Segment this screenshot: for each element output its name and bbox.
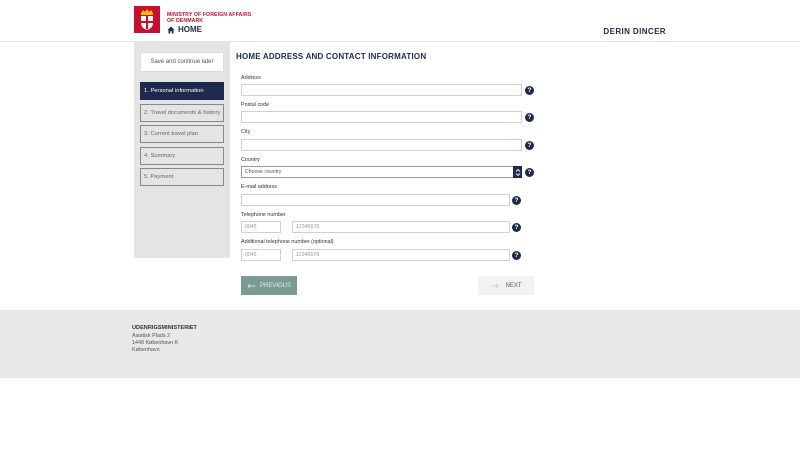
city-help-icon[interactable]: ? [525, 141, 534, 150]
additional-telephone-help-icon[interactable]: ? [512, 251, 521, 260]
step-current-travel-plan[interactable]: 3. Current travel plan [140, 125, 224, 143]
city-input[interactable] [241, 139, 522, 151]
city-label: City [241, 129, 251, 135]
ministry-name: MINISTRY OF FOREIGN AFFAIRS OF DENMARK [167, 12, 257, 24]
postal-code-input[interactable] [241, 111, 522, 123]
arrow-right-icon [490, 283, 500, 288]
form-title: HOME ADDRESS AND CONTACT INFORMATION [236, 52, 427, 61]
home-icon [167, 26, 175, 33]
step-travel-documents[interactable]: 2. Travel documents & history [140, 103, 224, 122]
email-label: E-mail address [241, 184, 277, 190]
step-list: 1. Personal information 2. Travel docume… [140, 82, 224, 190]
footer-organization: UDENRIGSMINISTERIET [132, 325, 197, 331]
royal-crest-logo[interactable] [134, 6, 160, 33]
user-name[interactable]: DERIN DINCER [603, 27, 666, 36]
telephone-label: Telephone number [241, 212, 286, 218]
step-payment[interactable]: 5. Payment [140, 168, 224, 186]
home-link[interactable]: HOME [167, 25, 202, 34]
select-arrows-icon [513, 166, 522, 178]
address-label: Address [241, 75, 261, 81]
telephone-help-icon[interactable]: ? [512, 223, 521, 232]
country-select[interactable]: Choose country [241, 166, 522, 178]
telephone-prefix-input[interactable]: 0045 [241, 221, 281, 233]
country-label: Country [241, 157, 260, 163]
step-personal-information[interactable]: 1. Personal information [140, 82, 224, 100]
step-summary[interactable]: 4. Summary [140, 146, 224, 165]
additional-telephone-prefix-input[interactable]: 0045 [241, 249, 281, 261]
footer-street: Asiatisk Plads 2 [132, 333, 171, 339]
ministry-line-2: OF DENMARK [167, 18, 204, 24]
arrow-left-icon [247, 283, 256, 288]
postal-code-label: Postal code [241, 102, 270, 108]
previous-label: PREVIOUS [259, 282, 291, 289]
telephone-number-input[interactable]: 12345678 [292, 221, 510, 233]
save-and-continue-later-button[interactable]: Save and continue later [140, 52, 224, 72]
next-label: NEXT [505, 282, 522, 289]
address-input[interactable] [241, 84, 522, 96]
country-help-icon[interactable]: ? [525, 168, 534, 177]
footer-postal: 1448 København K [132, 340, 179, 346]
country-selected-value: Choose country [245, 169, 282, 175]
next-button[interactable]: NEXT [478, 276, 534, 295]
email-input[interactable] [241, 194, 510, 206]
postal-code-help-icon[interactable]: ? [525, 113, 534, 122]
email-help-icon[interactable]: ? [512, 196, 521, 205]
footer-city: København [132, 347, 160, 353]
sidebar: Save and continue later 1. Personal info… [134, 42, 230, 258]
additional-telephone-label: Additional telephone number (optional) [241, 239, 334, 245]
additional-telephone-number-input[interactable]: 12345678 [292, 249, 510, 261]
page-header: MINISTRY OF FOREIGN AFFAIRS OF DENMARK H… [0, 0, 800, 42]
home-label: HOME [178, 25, 202, 34]
address-help-icon[interactable]: ? [525, 86, 534, 95]
page-footer: UDENRIGSMINISTERIET Asiatisk Plads 2 144… [0, 310, 800, 378]
previous-button[interactable]: PREVIOUS [241, 276, 297, 295]
